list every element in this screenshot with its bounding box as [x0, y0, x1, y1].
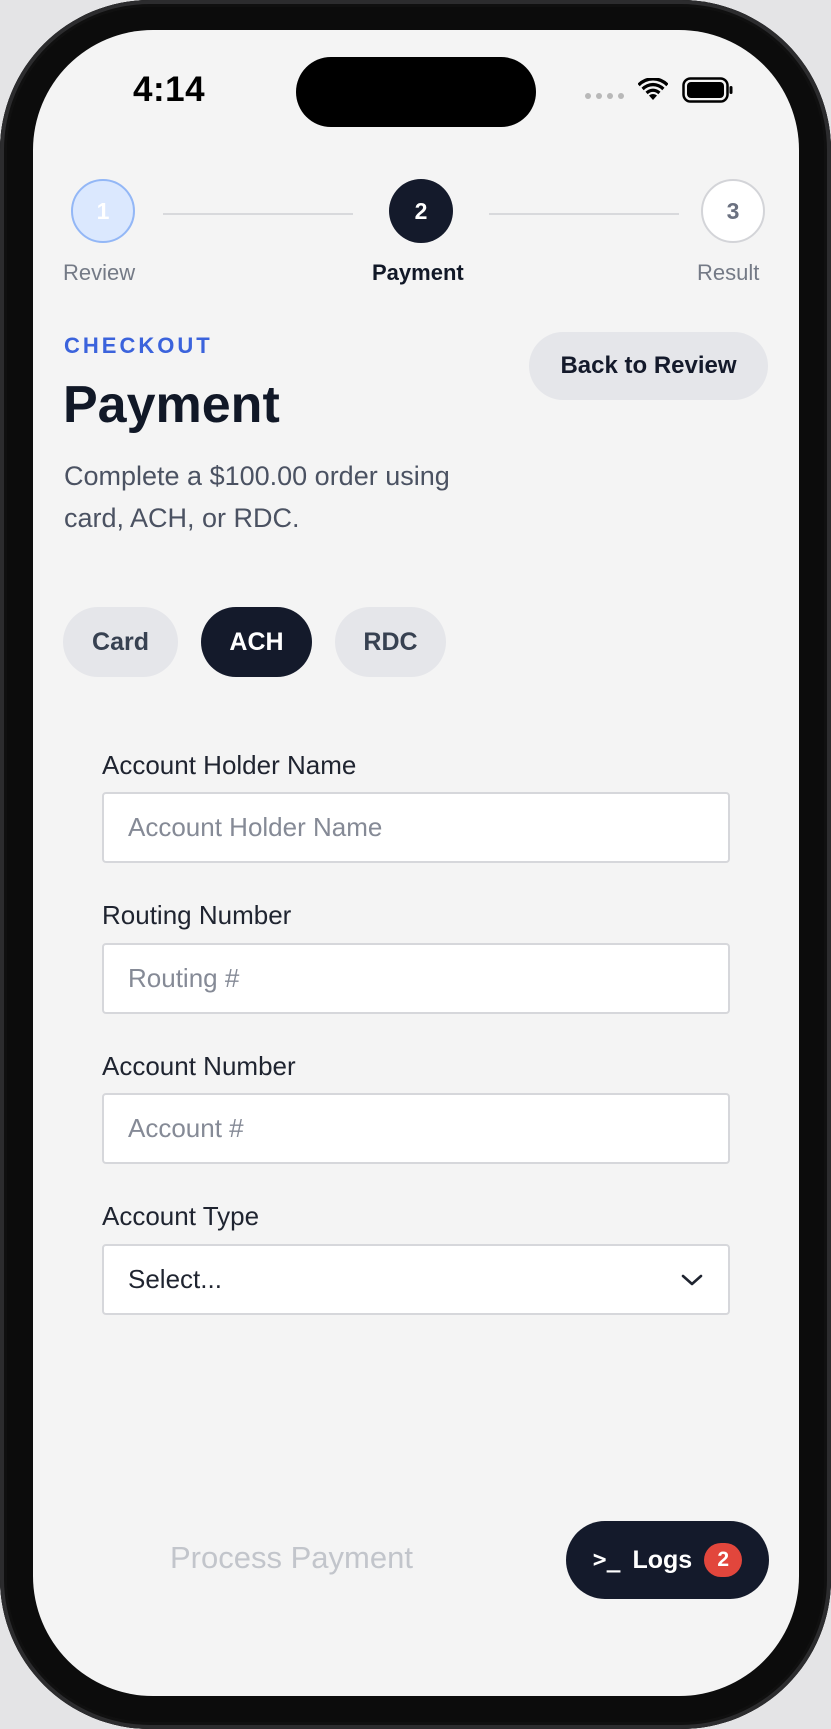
- battery-icon: [682, 77, 733, 103]
- account-type-select[interactable]: Select...: [102, 1244, 730, 1315]
- terminal-icon: >_: [592, 1547, 621, 1573]
- chevron-down-icon: [681, 1274, 703, 1285]
- app-screen: 4:14 1 2 3 Review Payment Result CHECKOU…: [33, 30, 799, 1696]
- section-kicker: CHECKOUT: [64, 333, 213, 358]
- cellular-signal-icon: [585, 93, 624, 99]
- step-2-circle: 2: [389, 179, 453, 243]
- page-description: Complete a $100.00 order using card, ACH…: [64, 461, 450, 533]
- step-1-label: Review: [63, 260, 136, 285]
- status-icons: [585, 77, 734, 103]
- logs-count-badge: 2: [704, 1543, 743, 1577]
- page-title: Payment: [63, 376, 280, 434]
- stepper-connector: [163, 213, 353, 215]
- method-ach-button[interactable]: ACH: [201, 607, 312, 677]
- step-3-label: Result: [697, 260, 760, 285]
- logs-button[interactable]: >_ Logs 2: [566, 1521, 769, 1599]
- method-rdc-button[interactable]: RDC: [335, 607, 446, 677]
- back-to-review-button[interactable]: Back to Review: [529, 332, 768, 400]
- process-payment-button[interactable]: Process Payment: [170, 1540, 413, 1576]
- logs-label: Logs: [632, 1545, 693, 1574]
- account-holder-input[interactable]: [102, 792, 730, 863]
- method-card-button[interactable]: Card: [63, 607, 178, 677]
- account-number-label: Account Number: [102, 1051, 296, 1081]
- step-3-circle: 3: [701, 179, 765, 243]
- account-type-value: Select...: [128, 1264, 222, 1294]
- account-type-label: Account Type: [102, 1201, 260, 1231]
- dynamic-island: [296, 57, 536, 127]
- step-2-label: Payment: [372, 260, 464, 285]
- wifi-icon: [638, 78, 668, 100]
- step-1-circle: 1: [71, 179, 135, 243]
- device-frame: 4:14 1 2 3 Review Payment Result CHECKOU…: [0, 0, 831, 1729]
- status-time: 4:14: [133, 70, 206, 109]
- account-holder-label: Account Holder Name: [102, 750, 357, 780]
- account-number-input[interactable]: [102, 1093, 730, 1164]
- stepper-connector: [489, 213, 679, 215]
- routing-number-label: Routing Number: [102, 900, 292, 930]
- routing-number-input[interactable]: [102, 943, 730, 1014]
